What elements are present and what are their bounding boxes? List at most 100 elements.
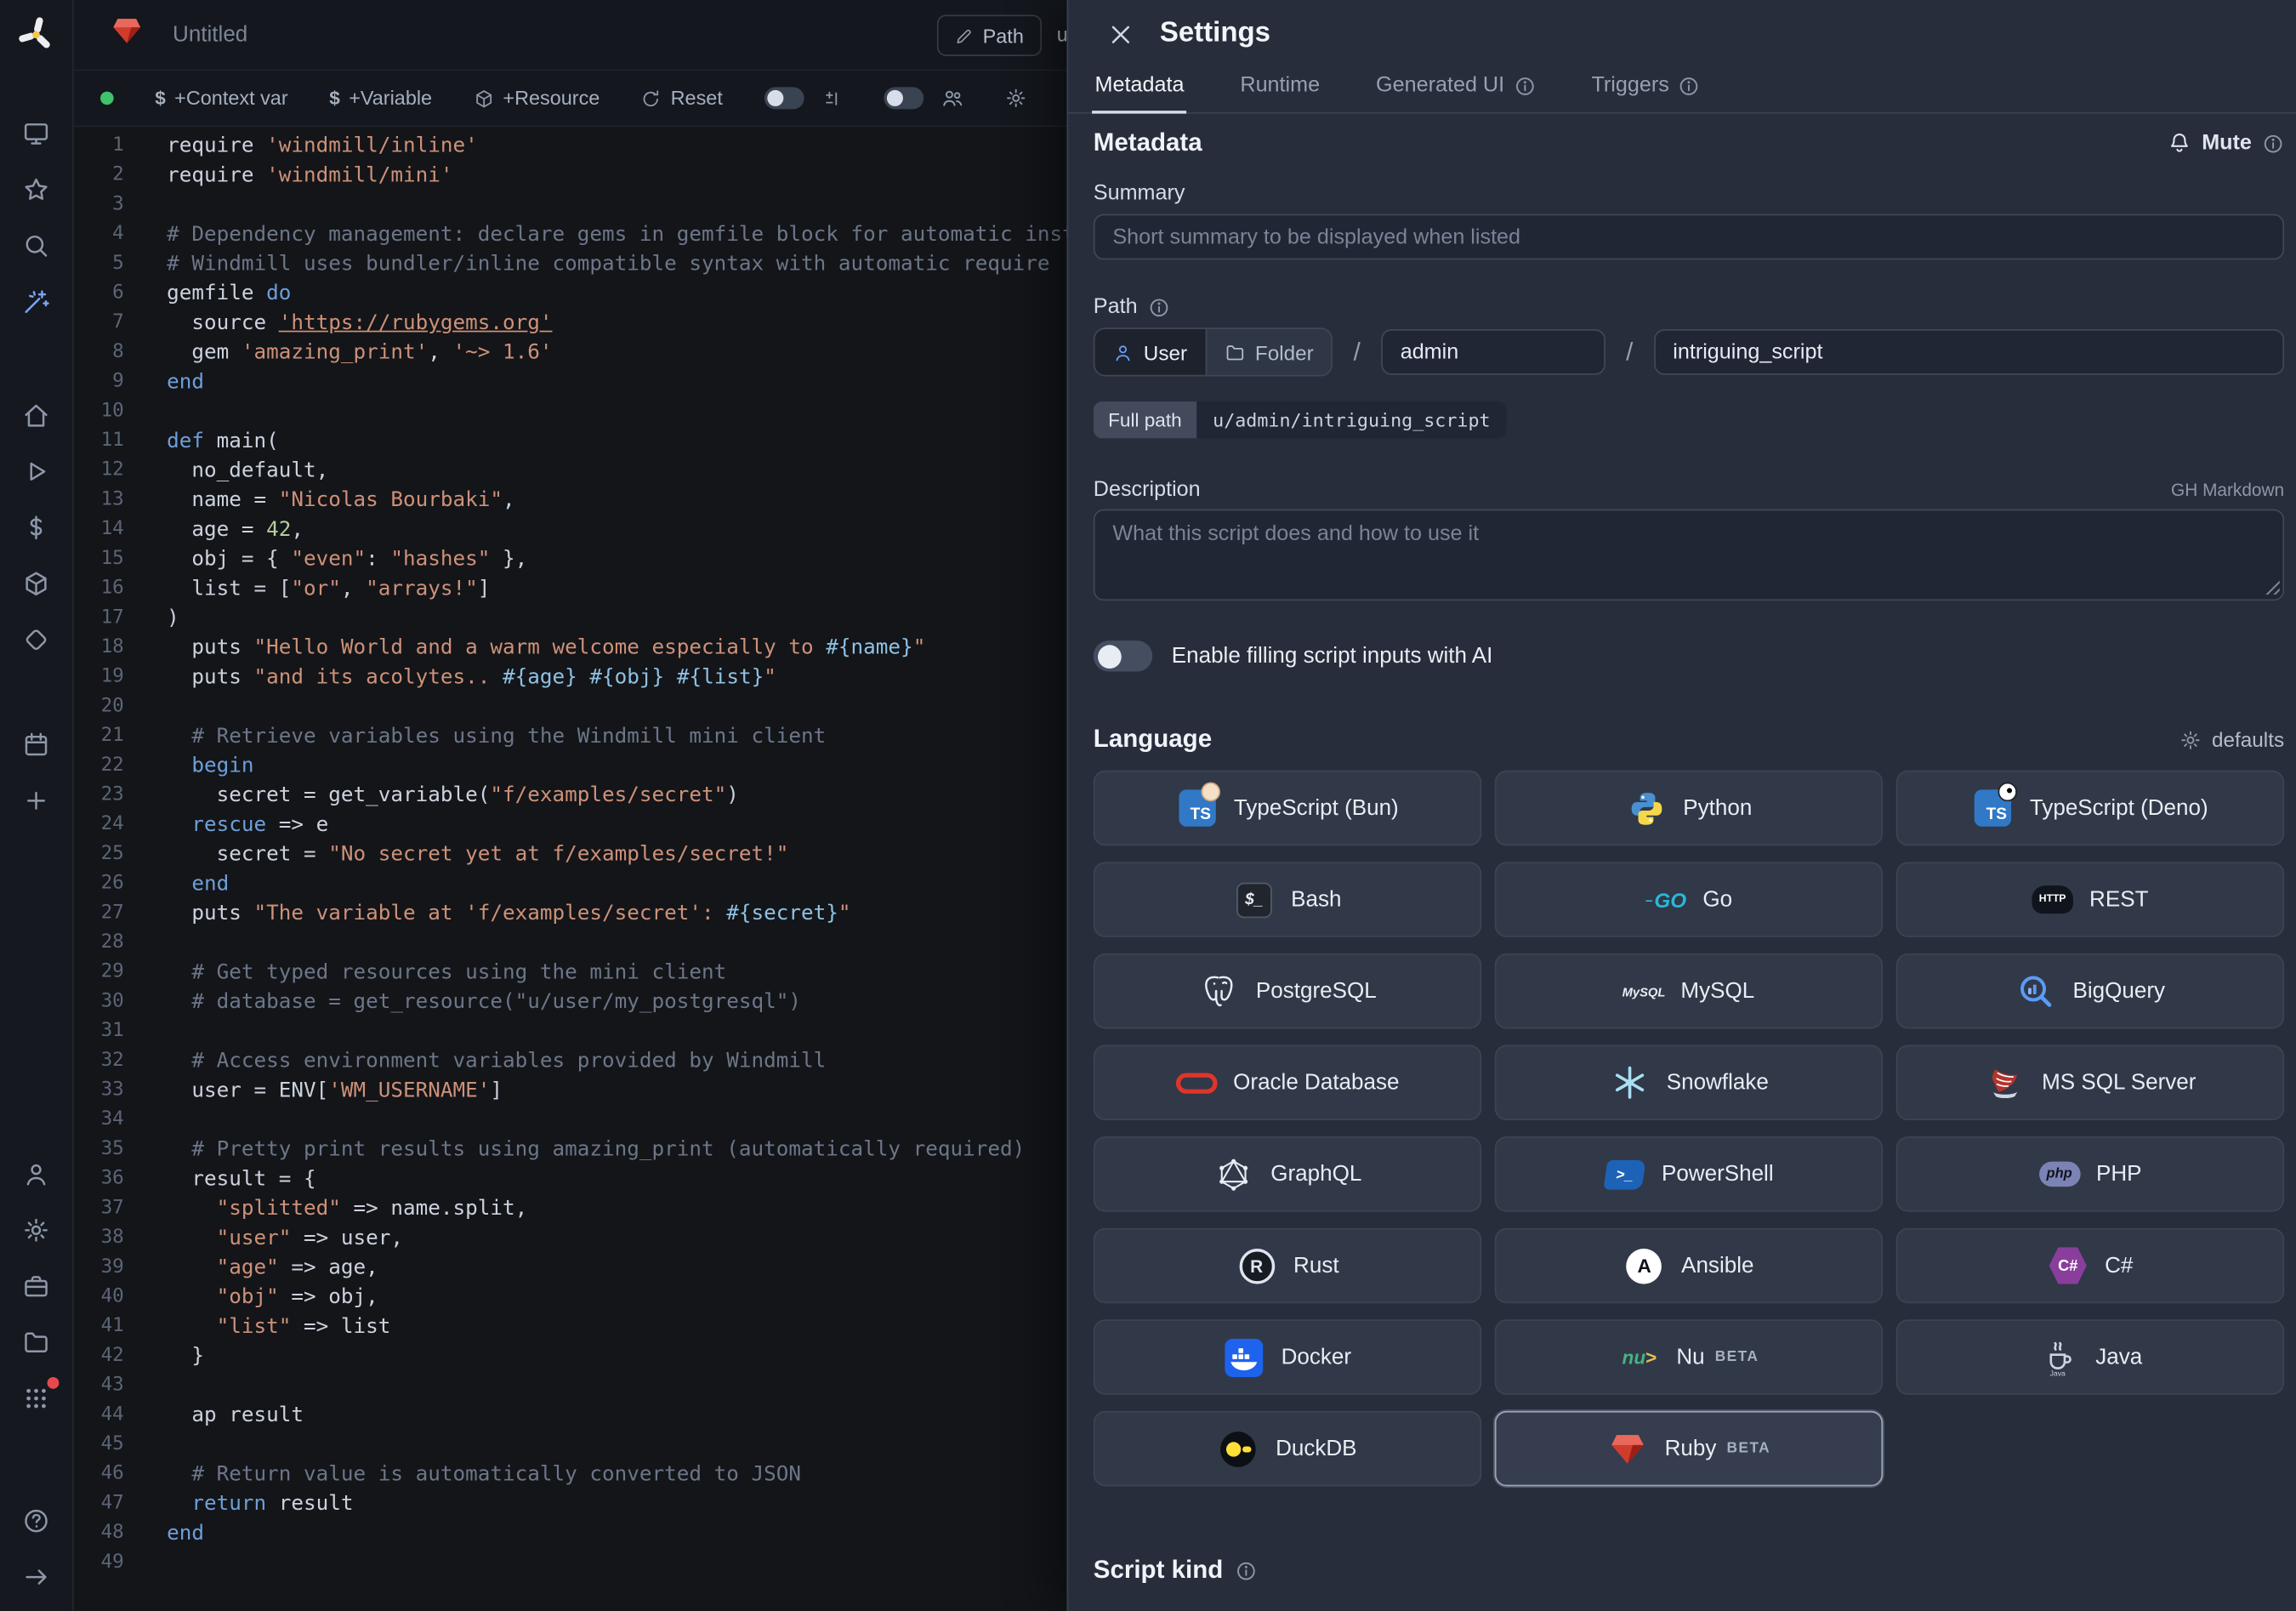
sidebar-item-create[interactable] <box>11 777 61 822</box>
windmill-logo-icon[interactable] <box>16 14 56 62</box>
multiplayer-toggle[interactable] <box>884 87 924 109</box>
line-number: 26 <box>74 869 124 899</box>
language-option-bash[interactable]: $_Bash <box>1094 862 1481 936</box>
close-icon[interactable] <box>1106 20 1134 48</box>
language-label: Python <box>1683 795 1752 820</box>
sidebar-item-help[interactable] <box>11 1498 61 1542</box>
ai-fill-toggle[interactable] <box>1094 640 1152 671</box>
diff-mode-toggle[interactable] <box>764 87 804 109</box>
sidebar-item-users[interactable] <box>11 1151 61 1195</box>
line-number: 18 <box>74 633 124 663</box>
language-option-bigquery[interactable]: BigQuery <box>1896 954 2284 1028</box>
sidebar-item-workers[interactable] <box>11 1263 61 1307</box>
line-number: 39 <box>74 1253 124 1283</box>
language-option-snowflake[interactable]: Snowflake <box>1495 1045 1883 1120</box>
line-number: 19 <box>74 663 124 692</box>
python-icon <box>1626 788 1668 829</box>
line-number: 28 <box>74 928 124 958</box>
line-number: 30 <box>74 988 124 1017</box>
language-option-duckdb[interactable]: DuckDB <box>1094 1411 1481 1486</box>
language-grid: TSTypeScript (Bun) Python TSTypeScript (De… <box>1094 771 2284 1487</box>
description-textarea[interactable] <box>1094 509 2284 601</box>
add-resource-button[interactable]: +Resource <box>474 87 600 109</box>
sidebar-item-resources[interactable] <box>11 561 61 605</box>
line-number: 15 <box>74 544 124 574</box>
sidebar-item-apps[interactable] <box>11 1375 61 1420</box>
line-number: 3 <box>74 191 124 220</box>
line-number: 6 <box>74 279 124 309</box>
script-title-input[interactable]: Untitled <box>173 22 247 47</box>
line-number: 22 <box>74 751 124 781</box>
graphql-icon <box>1213 1153 1255 1195</box>
tab-triggers[interactable]: Triggers <box>1588 71 1703 112</box>
summary-input[interactable] <box>1094 214 2284 260</box>
script-kind-heading: Script kind <box>1094 1556 1223 1585</box>
language-heading: Language <box>1094 725 1212 754</box>
language-option-nu[interactable]: nu>NuBETA <box>1495 1319 1883 1394</box>
language-option-php[interactable]: phpPHP <box>1896 1136 2284 1211</box>
line-number: 23 <box>74 781 124 811</box>
path-name-input[interactable] <box>1654 329 2284 375</box>
language-option-rust[interactable]: RRust <box>1094 1228 1481 1303</box>
full-path-badge: Full path u/admin/intriguing_script <box>1094 401 1507 438</box>
language-option-java[interactable]: JavaJava <box>1896 1319 2284 1394</box>
editor-settings-gear-icon[interactable] <box>1004 87 1026 109</box>
tab-runtime[interactable]: Runtime <box>1237 71 1323 112</box>
beta-badge: BETA <box>1727 1441 1771 1457</box>
sidebar-item-workspace[interactable] <box>11 111 61 155</box>
sidebar-item-home[interactable] <box>11 393 61 437</box>
language-option-typescript-bun[interactable]: TSTypeScript (Bun) <box>1094 771 1481 845</box>
language-option-postgresql[interactable]: PostgreSQL <box>1094 954 1481 1028</box>
line-number: 48 <box>74 1519 124 1549</box>
line-number: 13 <box>74 486 124 515</box>
sidebar-group-footer <box>11 1498 61 1610</box>
language-option-oracle-database[interactable]: Oracle Database <box>1094 1045 1481 1120</box>
topbar-path-group: Path u/ <box>937 14 1080 56</box>
sidebar-item-runs[interactable] <box>11 449 61 493</box>
sidebar-item-triggers[interactable] <box>11 617 61 661</box>
tab-metadata[interactable]: Metadata <box>1092 71 1187 112</box>
language-option-python[interactable]: Python <box>1495 771 1883 845</box>
user-icon <box>1112 342 1133 362</box>
path-owner-input[interactable] <box>1381 329 1605 375</box>
line-number: 1 <box>74 131 124 161</box>
reset-button[interactable]: Reset <box>641 87 723 109</box>
owner-kind-folder-button[interactable]: Folder <box>1205 329 1332 375</box>
sidebar-item-collapse[interactable] <box>11 1554 61 1598</box>
sidebar-item-favorites[interactable] <box>11 167 61 211</box>
path-button[interactable]: Path <box>937 14 1042 56</box>
sidebar-item-workspace-settings[interactable] <box>11 1207 61 1251</box>
language-option-ms-sql-server[interactable]: MS SQL Server <box>1896 1045 2284 1120</box>
language-label: DuckDB <box>1276 1436 1356 1460</box>
language-option-ruby[interactable]: RubyBETA <box>1495 1411 1883 1486</box>
line-number: 36 <box>74 1164 124 1194</box>
language-label: Bash <box>1291 887 1341 912</box>
sidebar-item-schedules[interactable] <box>11 722 61 766</box>
sidebar-item-search[interactable] <box>11 223 61 267</box>
add-context-var-button[interactable]: $ +Context var <box>155 87 287 109</box>
add-context-var-label: +Context var <box>174 87 287 109</box>
language-defaults-button[interactable]: defaults <box>2179 727 2284 751</box>
description-label-row: Description GH Markdown <box>1094 478 2284 502</box>
language-option-rest[interactable]: HTTPREST <box>1896 862 2284 936</box>
rest-icon: HTTP <box>2032 879 2073 920</box>
owner-kind-user-button[interactable]: User <box>1095 329 1205 375</box>
sidebar-item-folders[interactable] <box>11 1319 61 1363</box>
language-option-powershell[interactable]: >_PowerShell <box>1495 1136 1883 1211</box>
language-option-go[interactable]: GOGo <box>1495 862 1883 936</box>
language-option-typescript-deno[interactable]: TSTypeScript (Deno) <box>1896 771 2284 845</box>
add-variable-button[interactable]: $ +Variable <box>329 87 432 109</box>
language-option-mysql[interactable]: MySQLMySQL <box>1495 954 1883 1028</box>
language-option-docker[interactable]: Docker <box>1094 1319 1481 1394</box>
tab-generated-ui[interactable]: Generated UI <box>1373 71 1538 112</box>
sidebar-item-ai[interactable] <box>11 279 61 323</box>
reset-label: Reset <box>671 87 723 109</box>
info-icon <box>1678 75 1700 97</box>
mute-button[interactable]: Mute <box>2168 131 2284 155</box>
language-option-ansible[interactable]: AAnsible <box>1495 1228 1883 1303</box>
line-number: 2 <box>74 161 124 191</box>
line-number: 14 <box>74 515 124 545</box>
sidebar-item-variables[interactable] <box>11 504 61 549</box>
language-option-graphql[interactable]: GraphQL <box>1094 1136 1481 1211</box>
language-option-c[interactable]: C#C# <box>1896 1228 2284 1303</box>
